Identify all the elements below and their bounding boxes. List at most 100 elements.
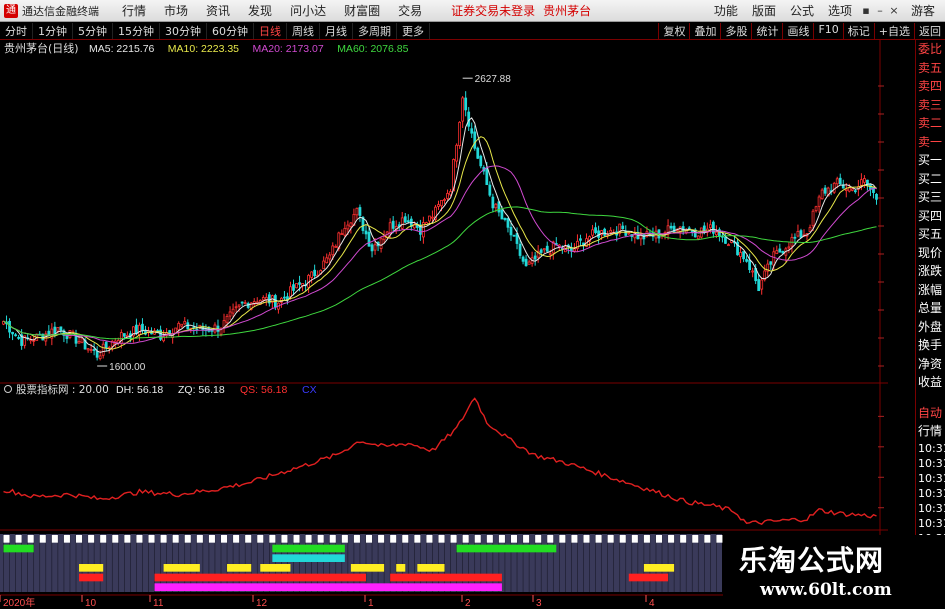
signal-row-0-mark: [378, 535, 385, 543]
side-item-12[interactable]: 涨跌: [916, 262, 945, 281]
minimize-icon[interactable]: –: [873, 4, 887, 17]
candle-body: [808, 227, 812, 232]
side-item-7[interactable]: 买二: [916, 170, 945, 189]
candle-body: [518, 243, 522, 256]
side-item-10[interactable]: 买五: [916, 225, 945, 244]
signal-row-0-mark: [595, 535, 602, 543]
tool-mark[interactable]: 标记: [842, 22, 874, 39]
menu-news[interactable]: 资讯: [197, 2, 239, 19]
candle-body: [524, 258, 528, 267]
current-stock-name: 贵州茅台: [543, 4, 592, 18]
side-item-11[interactable]: 现价: [916, 244, 945, 263]
candle-body: [542, 248, 546, 251]
signal-row-0-mark: [112, 535, 119, 543]
candle-body: [98, 355, 102, 360]
side-item-3[interactable]: 卖三: [916, 96, 945, 115]
side-item-1[interactable]: 卖五: [916, 59, 945, 78]
candle-body: [388, 222, 392, 234]
signal-row-0-mark: [498, 535, 505, 543]
signal-row-0-mark: [450, 535, 457, 543]
app-logo-icon: 通: [4, 3, 18, 18]
tool-add-watchlist[interactable]: +自选: [873, 22, 914, 39]
candle-body: [292, 284, 295, 291]
signal-row-1-seg-0: [3, 544, 34, 553]
tool-stats[interactable]: 统计: [751, 22, 782, 39]
side-item-16[interactable]: 换手: [916, 336, 945, 355]
candle-body: [358, 207, 362, 216]
candle-body: [183, 320, 187, 325]
candle-body: [32, 340, 36, 342]
candle-body: [778, 248, 782, 253]
menu-quotes[interactable]: 行情: [113, 2, 155, 19]
period-5min[interactable]: 5分钟: [73, 22, 113, 39]
tool-overlay[interactable]: 叠加: [689, 22, 720, 39]
candle-body: [548, 253, 552, 256]
period-15min[interactable]: 15分钟: [113, 22, 160, 39]
candle-body: [355, 207, 359, 216]
side-item-18[interactable]: 收益: [916, 373, 945, 392]
signal-row-0-mark: [607, 535, 614, 543]
signal-row-0-mark: [353, 535, 360, 543]
indicator-legend-3: CX: [302, 384, 317, 396]
signal-row-0-mark: [124, 535, 131, 543]
menu-formula[interactable]: 公式: [783, 2, 821, 19]
tool-back[interactable]: 返回: [914, 22, 945, 39]
candle-body: [298, 282, 301, 285]
ma-legend-2: MA20: 2173.07: [253, 43, 324, 55]
period-daily[interactable]: 日线: [254, 22, 287, 39]
tool-f10[interactable]: F10: [813, 22, 842, 39]
tool-multi-stock[interactable]: 多股: [720, 22, 751, 39]
candle-body: [225, 315, 229, 323]
period-weekly[interactable]: 周线: [287, 22, 320, 39]
menu-discover[interactable]: 发现: [239, 2, 281, 19]
restore-icon[interactable]: ▪: [859, 4, 873, 17]
menu-layout[interactable]: 版面: [745, 2, 783, 19]
candle-body: [476, 147, 480, 159]
period-30min[interactable]: 30分钟: [160, 22, 207, 39]
guest-label[interactable]: 游客: [901, 2, 945, 19]
side-time-2: 10:31: [918, 471, 945, 485]
candle-body: [545, 245, 549, 252]
candle-body: [310, 271, 314, 278]
period-multi[interactable]: 多周期: [353, 22, 397, 39]
menu-market[interactable]: 市场: [155, 2, 197, 19]
candle-body: [400, 217, 404, 229]
side-item-5[interactable]: 卖一: [916, 133, 945, 152]
side-item-8[interactable]: 买三: [916, 188, 945, 207]
period-1min[interactable]: 1分钟: [33, 22, 73, 39]
signal-row-0-mark: [523, 535, 530, 543]
period-intraday[interactable]: 分时: [0, 22, 33, 39]
side-item-13[interactable]: 涨幅: [916, 281, 945, 300]
signal-row-0-mark: [559, 535, 566, 543]
login-status[interactable]: 证券交易未登录: [451, 2, 535, 19]
period-monthly[interactable]: 月线: [320, 22, 353, 39]
close-icon[interactable]: ×: [887, 4, 901, 17]
side-item-17[interactable]: 净资: [916, 355, 945, 374]
candle-body: [727, 244, 730, 247]
side-item-15[interactable]: 外盘: [916, 318, 945, 337]
candle-body: [17, 337, 20, 339]
menu-trade[interactable]: 交易: [389, 2, 431, 19]
menu-options[interactable]: 选项: [821, 2, 859, 19]
period-60min[interactable]: 60分钟: [207, 22, 254, 39]
candle-body: [823, 187, 827, 194]
side-lower-1[interactable]: 行情: [916, 422, 945, 441]
signal-row-0-mark: [583, 535, 590, 543]
side-item-6[interactable]: 买一: [916, 151, 945, 170]
menu-function[interactable]: 功能: [707, 2, 745, 19]
signal-row-4-seg-1: [154, 573, 366, 582]
menu-wealth-circle[interactable]: 财富圈: [335, 2, 389, 19]
tool-draw[interactable]: 画线: [782, 22, 813, 39]
tool-adjust[interactable]: 复权: [658, 22, 689, 39]
period-more[interactable]: 更多: [397, 22, 430, 39]
side-item-2[interactable]: 卖四: [916, 77, 945, 96]
side-item-9[interactable]: 买四: [916, 207, 945, 226]
side-lower-0[interactable]: 自动: [916, 404, 945, 423]
side-item-14[interactable]: 总量: [916, 299, 945, 318]
candle-body: [832, 182, 836, 193]
menu-ask-xiaoda[interactable]: 问小达: [281, 2, 335, 19]
kline-chart[interactable]: 1600170018001900200021002200230024002500…: [0, 40, 888, 609]
side-item-4[interactable]: 卖二: [916, 114, 945, 133]
side-item-0[interactable]: 委比: [916, 40, 945, 59]
signal-row-0-mark: [15, 535, 22, 543]
